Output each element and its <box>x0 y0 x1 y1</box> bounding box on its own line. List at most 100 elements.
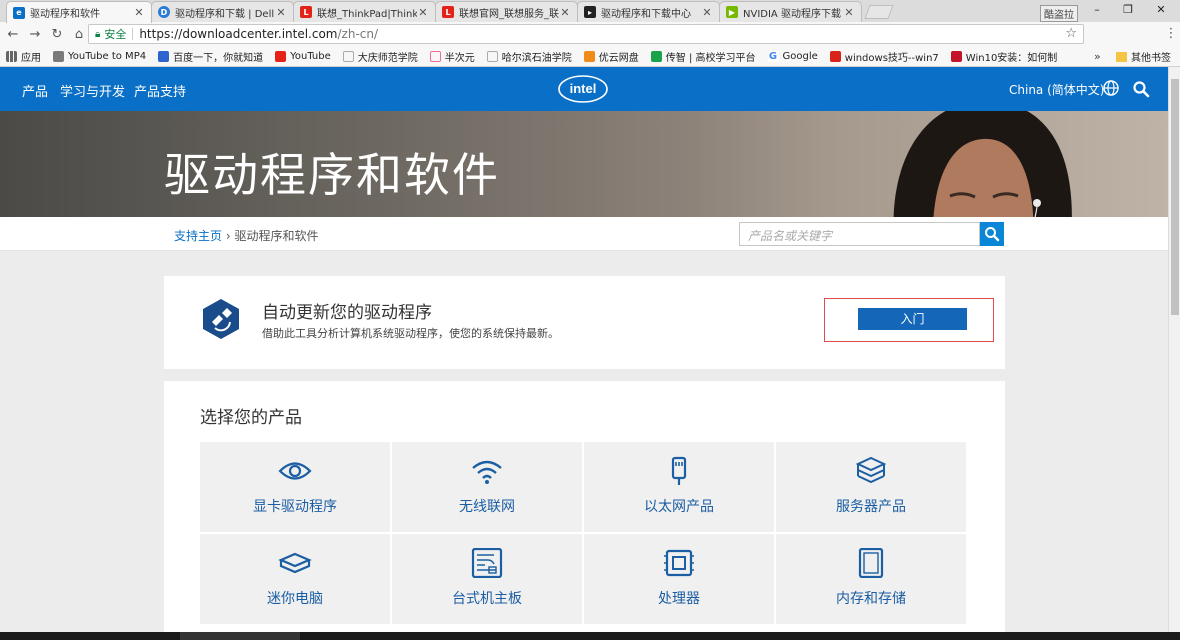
profile-name[interactable]: 酷盗拉 <box>1040 5 1078 22</box>
bookmark-baidu[interactable]: 百度一下，你就知道 <box>158 49 263 64</box>
product-tile-mini-pc[interactable]: 迷你电脑 <box>200 534 390 624</box>
ethernet-icon <box>671 456 687 485</box>
secure-label: 安全 <box>104 28 127 41</box>
bookmark-hrbipt[interactable]: 哈尔滨石油学院 <box>486 49 572 64</box>
bookmark-win7-tips[interactable]: windows技巧--win7 <box>829 49 939 64</box>
google-icon: G <box>767 50 779 62</box>
wifi-icon <box>472 460 502 484</box>
restore-button[interactable]: ❐ <box>1113 2 1143 18</box>
bookmark-apps[interactable]: 应用 <box>6 49 41 64</box>
product-tile-motherboard[interactable]: 台式机主板 <box>392 534 582 624</box>
motherboard-icon <box>471 548 503 578</box>
tab-dell[interactable]: D 驱动程序和下载 | Dell 中 ✕ <box>151 1 294 22</box>
tab-intel-drivers[interactable]: e 驱动程序和软件 ✕ <box>6 1 152 23</box>
product-selection-card: 选择您的产品 显卡驱动程序 无线联网 以太网产品 服务器产品 迷你电脑 台式机主… <box>164 381 1005 640</box>
youtube-icon <box>275 50 287 62</box>
tab-title: 驱动程序和下载 | Dell 中 <box>175 8 275 20</box>
hero-person-image <box>893 111 1072 217</box>
bookmark-star-icon[interactable]: ☆ <box>1065 26 1077 41</box>
browser-toolbar: ← → ↻ ⌂ 🔒︎ 安全 https://downloadcenter.int… <box>0 22 1180 63</box>
search-icon[interactable] <box>1132 80 1150 98</box>
intel-download-center-page: 产品 学习与开发 产品支持 intel China (简体中文) 驱动程序和软件 <box>0 67 1168 640</box>
product-tile-ethernet[interactable]: 以太网产品 <box>584 442 774 532</box>
bookmark-youtube[interactable]: YouTube <box>275 50 331 62</box>
driver-update-assistant-icon <box>203 299 239 339</box>
intel-logo-text: intel <box>570 81 597 96</box>
search-button[interactable] <box>980 222 1004 246</box>
back-arrow-icon[interactable]: ← <box>4 27 22 42</box>
tab-close-icon[interactable]: ✕ <box>275 6 287 19</box>
product-tile-server[interactable]: 服务器产品 <box>776 442 966 532</box>
folder-icon <box>1116 51 1127 62</box>
new-tab-button[interactable] <box>864 5 894 19</box>
bookmark-label: 应用 <box>21 52 41 64</box>
bookmark-win10-install[interactable]: Win10安装：如何制 <box>950 49 1058 64</box>
tab-close-icon[interactable]: ✕ <box>559 6 571 19</box>
bookmark-label: 传智 | 高校学习平台 <box>665 52 756 64</box>
tab-close-icon[interactable]: ✕ <box>701 6 713 19</box>
product-tile-label: 无线联网 <box>459 499 515 515</box>
tab-lenovo-thinkpad[interactable]: L 联想_ThinkPad|ThinkCe ✕ <box>293 1 436 22</box>
page-scrollbar[interactable] <box>1168 67 1180 640</box>
product-tile-label: 处理器 <box>658 591 700 607</box>
product-tile-storage[interactable]: 内存和存储 <box>776 534 966 624</box>
bookmark-label: YouTube <box>290 50 331 62</box>
get-started-button[interactable]: 入门 <box>858 308 967 330</box>
product-search-input[interactable]: 产品名或关键字 <box>739 222 980 246</box>
other-bookmarks-label: 其他书签 <box>1131 53 1171 64</box>
nav-products[interactable]: 产品 <box>22 81 48 100</box>
chuanzhi-icon <box>650 50 662 62</box>
taskbar-app-button[interactable] <box>180 632 300 640</box>
product-tile-graphics[interactable]: 显卡驱动程序 <box>200 442 390 532</box>
reload-icon[interactable]: ↻ <box>48 27 66 42</box>
home-icon[interactable]: ⌂ <box>70 27 88 42</box>
bookmark-chuanzhi[interactable]: 传智 | 高校学习平台 <box>650 49 756 64</box>
breadcrumb-bar: 支持主页 › 驱动程序和软件 产品名或关键字 <box>0 217 1168 251</box>
bookmark-label: Google <box>782 50 818 62</box>
apps-grid-icon <box>6 50 17 62</box>
product-tile-label: 显卡驱动程序 <box>253 499 337 515</box>
region-selector[interactable]: China (简体中文) <box>1009 81 1104 98</box>
product-grid: 显卡驱动程序 无线联网 以太网产品 服务器产品 迷你电脑 台式机主板 处理器 内… <box>200 442 968 624</box>
intel-favicon-icon: e <box>13 6 25 19</box>
forward-arrow-icon[interactable]: → <box>26 27 44 42</box>
tab-amd-drivers[interactable]: ▸ 驱动程序和下载中心 ✕ <box>577 1 720 22</box>
bookmark-google[interactable]: G Google <box>767 50 818 62</box>
lenovo-favicon-icon: L <box>442 6 454 18</box>
bookmark-yunpan[interactable]: 优云网盘 <box>583 49 639 64</box>
product-tile-processor[interactable]: 处理器 <box>584 534 774 624</box>
tab-title: NVIDIA 驱动程序下载 <box>743 8 841 20</box>
browser-menu-icon[interactable]: ⋮ <box>1162 26 1180 41</box>
tab-close-icon[interactable]: ✕ <box>843 6 855 19</box>
product-tile-label: 内存和存储 <box>836 591 906 607</box>
tab-nvidia[interactable]: ▶ NVIDIA 驱动程序下载 ✕ <box>719 1 862 22</box>
tab-close-icon[interactable]: ✕ <box>133 6 145 19</box>
close-window-button[interactable]: ✕ <box>1146 2 1176 18</box>
tab-close-icon[interactable]: ✕ <box>417 6 429 19</box>
scrollbar-thumb[interactable] <box>1171 79 1179 315</box>
nav-learn-develop[interactable]: 学习与开发 <box>60 81 125 100</box>
update-title: 自动更新您的驱动程序 <box>262 303 432 323</box>
other-bookmarks-folder[interactable]: 其他书签 <box>1116 49 1171 64</box>
bookmark-label: windows技巧--win7 <box>844 52 939 64</box>
bookmarks-overflow-button[interactable]: » <box>1094 50 1101 63</box>
lenovo-favicon-icon: L <box>300 6 312 18</box>
product-tile-wireless[interactable]: 无线联网 <box>392 442 582 532</box>
bookmark-daqing[interactable]: 大庆师范学院 <box>342 49 418 64</box>
breadcrumb-separator: › <box>222 229 235 243</box>
minimize-button[interactable]: – <box>1082 2 1112 18</box>
address-bar[interactable]: 🔒︎ 安全 https://downloadcenter.intel.com/z… <box>88 24 1084 44</box>
nav-support[interactable]: 产品支持 <box>134 81 186 100</box>
breadcrumb-home-link[interactable]: 支持主页 <box>174 229 222 243</box>
globe-icon[interactable] <box>1102 79 1120 97</box>
bookmark-label: Win10安装：如何制 <box>965 52 1058 64</box>
bookmark-bcy[interactable]: 半次元 <box>429 49 475 64</box>
bookmark-youtube-mp4[interactable]: YouTube to MP4 <box>53 50 147 62</box>
tab-title: 联想官网_联想服务_联想 <box>459 8 559 20</box>
bookmark-label: YouTube to MP4 <box>68 50 147 62</box>
product-tile-label: 台式机主板 <box>452 591 522 607</box>
bookmark-label: 大庆师范学院 <box>357 52 418 64</box>
intel-logo[interactable]: intel <box>557 74 609 104</box>
bookmarks-bar: 应用 YouTube to MP4 百度一下，你就知道 YouTube 大庆师范… <box>0 46 1180 67</box>
tab-lenovo-service[interactable]: L 联想官网_联想服务_联想 ✕ <box>435 1 578 22</box>
